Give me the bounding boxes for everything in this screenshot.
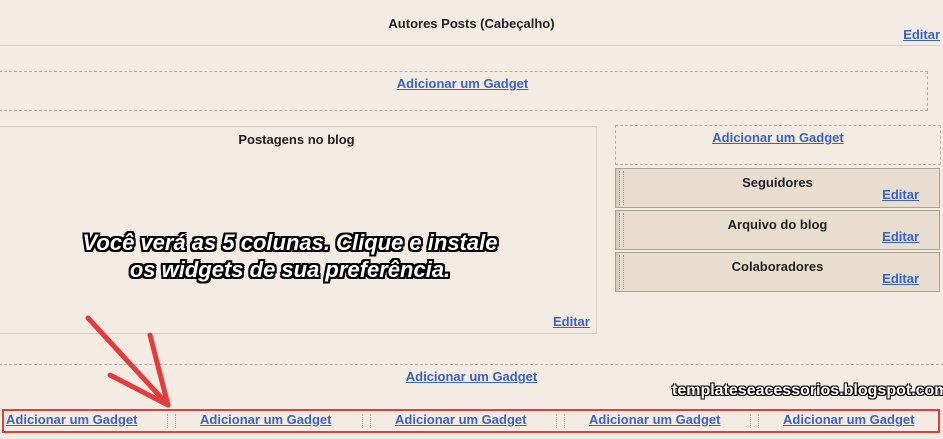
blog-posts-title: Postagens no blog (238, 132, 355, 147)
column-divider (750, 414, 759, 428)
sidebar-add-gadget-link[interactable]: Adicionar um Gadget (615, 130, 941, 145)
gadget-edit-link[interactable]: Editar (882, 229, 919, 244)
gadget-edit-link[interactable]: Editar (882, 187, 919, 202)
footer-add-gadget-5[interactable]: Adicionar um Gadget (783, 412, 914, 427)
column-divider (167, 414, 176, 428)
footer-add-gadget-2[interactable]: Adicionar um Gadget (200, 412, 331, 427)
header-title: Autores Posts (Cabeçalho) (388, 16, 555, 31)
annotation-text: Você verá as 5 colunas. Clique e instale… (40, 229, 540, 283)
annotation-arrow-icon (85, 315, 171, 408)
footer-add-gadget-3[interactable]: Adicionar um Gadget (395, 412, 526, 427)
footer-add-gadget-4[interactable]: Adicionar um Gadget (589, 412, 720, 427)
top-add-gadget-link[interactable]: Adicionar um Gadget (0, 76, 925, 91)
column-divider (556, 414, 565, 428)
annotation-line-1: Você verá as 5 colunas. Clique e instale (82, 230, 498, 255)
gadget-contributors[interactable]: Colaboradores Editar (615, 252, 940, 292)
annotation-line-2: os widgets de sua preferência. (129, 257, 451, 282)
header-edit-link[interactable]: Editar (903, 27, 940, 42)
column-divider (362, 414, 371, 428)
gadget-edit-link[interactable]: Editar (882, 271, 919, 286)
blog-posts-edit-link[interactable]: Editar (553, 314, 590, 329)
gadget-blog-archive[interactable]: Arquivo do blog Editar (615, 210, 940, 250)
watermark-text: templateseacessorios.blogspot.com (672, 382, 943, 399)
footer-add-gadget-1[interactable]: Adicionar um Gadget (6, 412, 137, 427)
gadget-followers[interactable]: Seguidores Editar (615, 168, 940, 208)
